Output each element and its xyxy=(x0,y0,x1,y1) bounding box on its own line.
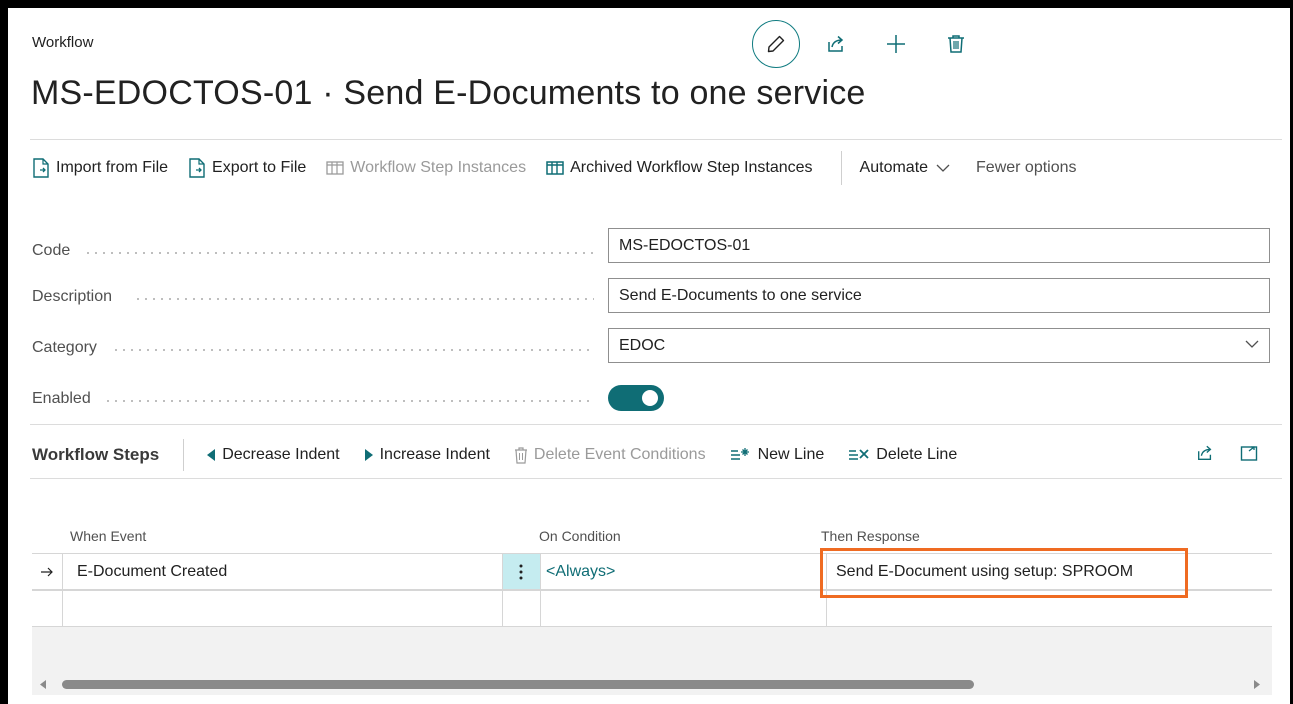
col-header-on-condition[interactable]: On Condition xyxy=(539,528,621,544)
code-row: Code xyxy=(32,234,70,268)
col-divider xyxy=(502,554,503,589)
edit-button[interactable] xyxy=(752,20,800,68)
delete-line-button[interactable]: Delete Line xyxy=(848,446,957,464)
increase-indent-button[interactable]: Increase Indent xyxy=(364,446,490,464)
code-leader-dots xyxy=(84,252,594,254)
code-field[interactable]: MS-EDOCTOS-01 xyxy=(608,228,1270,263)
delete-button[interactable] xyxy=(932,20,980,68)
delete-event-conditions-label: Delete Event Conditions xyxy=(533,446,706,463)
more-vertical-icon xyxy=(519,564,523,579)
action-bar-separator xyxy=(840,151,842,185)
category-leader-dots xyxy=(112,349,594,351)
import-from-file-label: Import from File xyxy=(56,159,169,176)
workflow-steps-title: Workflow Steps xyxy=(32,445,160,464)
code-value: MS-EDOCTOS-01 xyxy=(619,236,751,254)
plus-icon xyxy=(887,35,905,53)
workflow-steps-bar: Workflow Steps Decrease Indent Increase … xyxy=(32,439,981,471)
col-header-then-response[interactable]: Then Response xyxy=(821,528,920,544)
description-field[interactable]: Send E-Documents to one service xyxy=(608,278,1270,313)
chevron-down-icon xyxy=(936,164,950,172)
export-to-file-label: Export to File xyxy=(212,159,307,176)
triangle-right-icon xyxy=(364,449,373,461)
breadcrumb: Workflow xyxy=(32,34,94,51)
code-label: Code xyxy=(32,242,71,259)
row-indicator-arrow-icon xyxy=(40,554,54,589)
archived-step-instances-label: Archived Workflow Step Instances xyxy=(570,159,813,176)
page-title: MS-EDOCTOS-01 · Send E-Documents to one … xyxy=(31,74,866,112)
triangle-left-icon xyxy=(207,449,216,461)
workflow-step-instances-button[interactable]: Workflow Step Instances xyxy=(326,159,526,177)
decrease-indent-button[interactable]: Decrease Indent xyxy=(206,446,340,464)
table-icon xyxy=(326,161,344,175)
description-label: Description xyxy=(32,288,113,305)
horizontal-scrollbar[interactable] xyxy=(32,673,1272,695)
pencil-icon xyxy=(767,35,785,53)
on-condition-cell[interactable]: <Always> xyxy=(546,554,615,589)
workflow-step-instances-label: Workflow Step Instances xyxy=(350,159,527,176)
when-event-cell[interactable]: E-Document Created xyxy=(77,554,227,589)
frame-left xyxy=(0,0,8,704)
highlight-box xyxy=(820,548,1188,598)
enabled-leader-dots xyxy=(104,400,594,402)
fewer-options-label: Fewer options xyxy=(976,159,1077,176)
action-bar: Import from File Export to File Workflow… xyxy=(32,151,1097,185)
increase-indent-label: Increase Indent xyxy=(379,446,490,463)
enabled-toggle[interactable] xyxy=(608,385,664,411)
scroll-right-icon[interactable] xyxy=(1254,680,1260,689)
category-label: Category xyxy=(32,339,97,356)
steps-separator xyxy=(183,439,185,471)
col-divider xyxy=(502,591,503,626)
import-from-file-button[interactable]: Import from File xyxy=(32,158,168,178)
steps-right-actions xyxy=(1170,444,1258,467)
category-row: Category xyxy=(32,331,97,365)
automate-menu[interactable]: Automate xyxy=(860,159,956,177)
steps-share-button[interactable] xyxy=(1196,444,1214,467)
col-divider xyxy=(540,591,541,626)
top-actions xyxy=(752,20,980,68)
new-line-button[interactable]: New Line xyxy=(730,446,825,464)
description-value: Send E-Documents to one service xyxy=(619,286,862,304)
file-import-icon xyxy=(33,158,49,178)
expand-icon xyxy=(1240,446,1258,461)
scroll-left-icon[interactable] xyxy=(40,680,46,689)
category-select[interactable]: EDOC xyxy=(608,328,1270,363)
fasttab-divider xyxy=(30,424,1282,425)
delete-line-icon xyxy=(849,449,869,460)
col-divider xyxy=(540,554,541,589)
enabled-row: Enabled xyxy=(32,382,91,416)
row-divider xyxy=(62,554,63,589)
export-to-file-button[interactable]: Export to File xyxy=(188,158,306,178)
category-value: EDOC xyxy=(619,336,666,354)
share-icon xyxy=(828,35,844,52)
new-button[interactable] xyxy=(872,20,920,68)
description-row: Description xyxy=(32,280,112,314)
trash-icon xyxy=(514,446,527,464)
delete-event-conditions-button[interactable]: Delete Event Conditions xyxy=(514,446,706,464)
share-button[interactable] xyxy=(812,20,860,68)
row-actions-menu[interactable] xyxy=(502,554,540,589)
file-export-icon xyxy=(189,158,205,178)
chevron-down-icon xyxy=(1245,340,1259,348)
trash-icon xyxy=(948,35,964,53)
table-icon xyxy=(546,161,564,175)
col-header-when-event[interactable]: When Event xyxy=(70,528,146,544)
archived-step-instances-button[interactable]: Archived Workflow Step Instances xyxy=(546,159,813,177)
steps-expand-button[interactable] xyxy=(1240,444,1258,467)
description-leader-dots xyxy=(134,298,594,300)
share-icon xyxy=(1198,445,1212,460)
scroll-thumb[interactable] xyxy=(62,680,974,689)
steps-divider xyxy=(30,478,1282,479)
new-line-label: New Line xyxy=(757,446,825,463)
enabled-label: Enabled xyxy=(32,390,91,407)
automate-label: Automate xyxy=(859,159,929,176)
frame-top xyxy=(0,0,1293,8)
toggle-knob xyxy=(642,390,658,406)
workflow-card-page: Workflow MS-EDOCTOS-01 · Send E-Document… xyxy=(8,8,1290,704)
delete-line-label: Delete Line xyxy=(876,446,958,463)
decrease-indent-label: Decrease Indent xyxy=(222,446,340,463)
new-line-icon xyxy=(730,448,749,460)
row-divider xyxy=(62,591,63,626)
title-divider xyxy=(30,139,1282,140)
fewer-options-button[interactable]: Fewer options xyxy=(976,159,1077,177)
